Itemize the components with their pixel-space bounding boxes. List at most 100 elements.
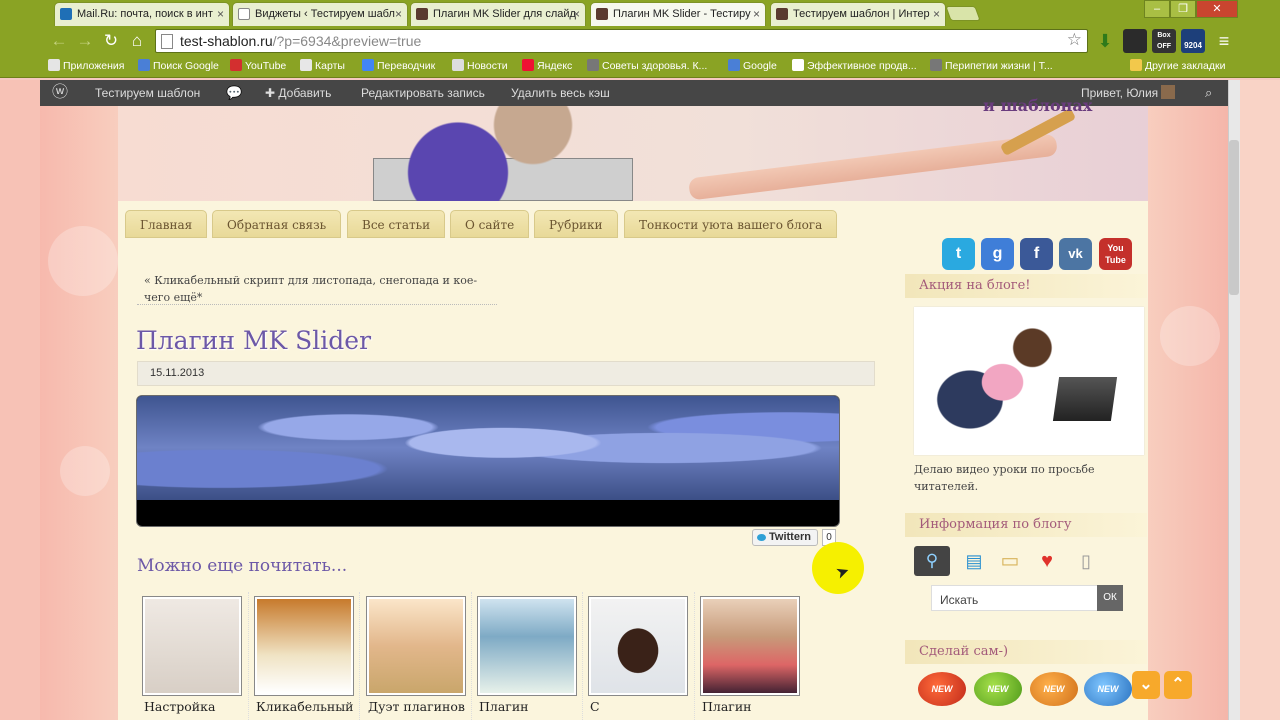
new-badge-icon[interactable]: NEW [918,672,966,706]
news-icon [452,59,464,71]
bookmarks-bar: Приложения Поиск Google YouTube Карты Пе… [0,56,1280,78]
tab-widgets[interactable]: Виджеты ‹ Тестируем шабл × [232,2,408,26]
scroll-down-icon[interactable]: ⌄ [1132,671,1160,699]
menu-item-categories[interactable]: Рубрики [534,210,618,238]
reload-icon[interactable]: ↻ [100,30,122,52]
close-window-button[interactable]: ✕ [1196,0,1238,18]
new-tab-button[interactable] [945,6,981,21]
menu-item-blog-coziness[interactable]: Тонкости уюта вашего блога [624,210,838,238]
bookmark-news[interactable]: Новости [452,59,508,72]
mk-slider[interactable] [136,395,840,527]
facebook-icon[interactable]: f [1020,238,1053,270]
related-thumb[interactable] [588,596,688,696]
admin-greeting[interactable]: Привет, Юлия [1081,80,1176,106]
twitter-icon[interactable]: t [942,238,975,270]
related-title[interactable]: Кликабельный [256,699,354,714]
back-icon[interactable]: ← [48,30,70,52]
tab-test-template[interactable]: Тестируем шаблон | Интер × [770,2,946,26]
minimize-button[interactable]: – [1144,0,1170,18]
site-header-image: и шаблонах [118,96,1148,201]
box-off-extension-icon[interactable]: Box OFF [1152,29,1176,53]
vkontakte-icon[interactable]: vk [1059,238,1092,270]
page-icon [238,8,250,20]
google-icon [138,59,150,71]
admin-clear-cache[interactable]: Удалить весь кэш [511,80,610,106]
promo-image[interactable] [914,307,1144,455]
related-title[interactable]: Дуэт плагинов [368,699,465,714]
angry-bird-extension-icon[interactable] [1123,29,1147,53]
new-badge-icon[interactable]: NEW [974,672,1022,706]
document-icon[interactable]: ▯ [1068,546,1104,576]
scroll-up-icon[interactable]: ⌃ [1164,671,1192,699]
promo-widget-title: Акция на блоге! [905,274,1147,298]
wordpress-logo-icon[interactable]: ⓦ [52,80,68,106]
related-title[interactable]: Плагин [702,699,752,714]
search-tab-icon[interactable]: ⚲ [914,546,950,576]
previous-post-link[interactable]: « Кликабельный скрипт для листопада, сне… [144,272,484,306]
tab-mailru[interactable]: Mail.Ru: почта, поиск в инт × [54,2,230,26]
bookmark-life-twists[interactable]: Перипетии жизни | Т... [930,59,1053,72]
menu-icon[interactable]: ≡ [1212,29,1236,53]
menu-item-about[interactable]: О сайте [450,210,530,238]
tab-slider-plugin[interactable]: Плагин MK Slider для слайд × [410,2,586,26]
bookmark-star-icon[interactable]: ☆ [1067,30,1082,50]
bookmark-yandex[interactable]: Яндекс [522,59,572,72]
archive-stack-icon[interactable]: ▤ [956,546,992,576]
laptop-icon [1052,377,1118,421]
related-thumb[interactable] [366,596,466,696]
menu-item-home[interactable]: Главная [125,210,208,238]
menu-item-all-articles[interactable]: Все статьи [347,210,446,238]
scrollbar-thumb[interactable] [1229,140,1239,295]
sidebar-search-button[interactable]: ОК [1097,585,1123,611]
heart-icon[interactable]: ♥ [1029,546,1065,576]
related-thumb[interactable] [477,596,577,696]
yandex-icon [522,59,534,71]
divider [137,304,497,305]
twitter-share-button[interactable]: Twittern [752,529,818,546]
bookmark-youtube[interactable]: YouTube [230,59,286,72]
site-favicon-icon [596,8,608,20]
bookmark-maps[interactable]: Карты [300,59,345,72]
bookmark-google[interactable]: Google [728,59,777,72]
maximize-button[interactable]: ❐ [1170,0,1196,18]
related-thumb[interactable] [254,596,354,696]
bookmark-other[interactable]: Другие закладки [1130,59,1225,72]
address-bar[interactable]: test-shablon.ru/?p=6934&preview=true ☆ [155,29,1088,53]
bookmark-translate[interactable]: Переводчик [362,59,435,72]
sidebar-search-input[interactable]: Искать [931,585,1099,611]
close-icon[interactable]: × [217,3,224,25]
menu-item-feedback[interactable]: Обратная связь [212,210,342,238]
forward-icon[interactable]: → [74,30,96,52]
browser-toolbar: ← → ↻ ⌂ test-shablon.ru/?p=6934&preview=… [0,26,1280,56]
home-icon[interactable]: ⌂ [126,30,148,52]
tab-title: Виджеты ‹ Тестируем шабл [255,8,395,20]
tab-slider-preview[interactable]: Плагин MK Slider - Тестиру × [590,2,766,26]
tab-title: Mail.Ru: почта, поиск в инт [77,8,213,20]
related-thumb[interactable] [142,596,242,696]
counter-extension-icon[interactable]: 9204 [1181,29,1205,53]
new-badge-icon[interactable]: NEW [1030,672,1078,706]
admin-site-name[interactable]: Тестируем шаблон [95,80,200,106]
new-badge-icon[interactable]: NEW [1084,672,1132,706]
related-title[interactable]: Плагин [479,699,529,714]
close-icon[interactable]: × [395,3,402,25]
browser-window: Mail.Ru: почта, поиск в инт × Виджеты ‹ … [0,0,1280,720]
bookmark-effective-promo[interactable]: Эффективное продв... [792,59,917,72]
download-arrow-icon[interactable]: ⬇ [1093,29,1117,53]
close-icon[interactable]: × [933,3,940,25]
related-thumb[interactable] [700,596,800,696]
admin-edit-post[interactable]: Редактировать запись [361,80,485,106]
bookmark-apps[interactable]: Приложения [48,59,124,72]
comments-icon[interactable]: 💬 [226,80,242,106]
admin-add-new[interactable]: ✚ Добавить [265,80,331,106]
bookmark-google-search[interactable]: Поиск Google [138,59,219,72]
bookmark-health-tips[interactable]: Советы здоровья. К... [587,59,707,72]
close-icon[interactable]: × [753,3,760,25]
related-title[interactable]: Настройка [144,699,215,714]
google-icon[interactable]: g [981,238,1014,270]
related-title[interactable]: С [590,699,600,714]
search-icon[interactable]: ⌕ [1205,80,1212,106]
youtube-icon[interactable]: You Tube [1099,238,1132,270]
folder-icon[interactable]: ▭ [992,546,1028,576]
close-icon[interactable]: × [573,3,580,25]
